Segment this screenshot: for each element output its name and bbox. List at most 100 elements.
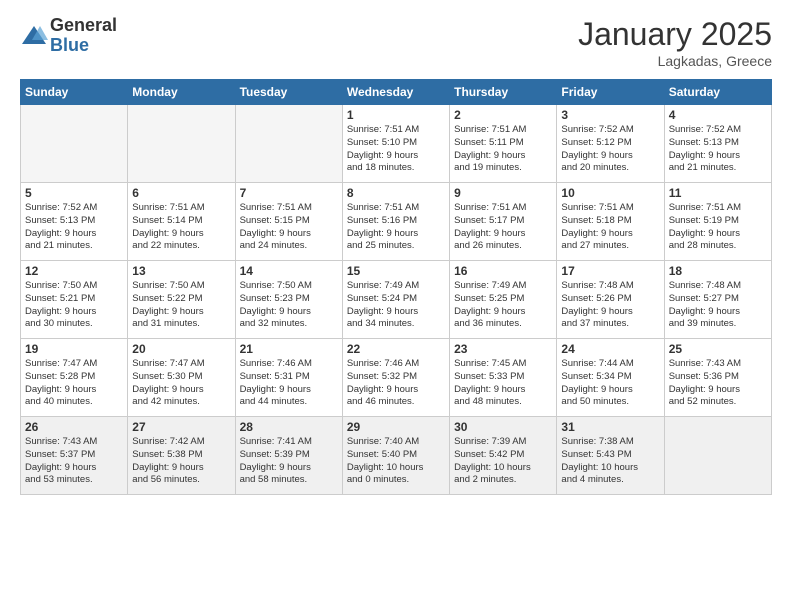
day-info: Sunrise: 7:51 AM Sunset: 5:16 PM Dayligh… (347, 202, 445, 253)
day-number: 20 (132, 342, 230, 356)
week-row-1: 1Sunrise: 7:51 AM Sunset: 5:10 PM Daylig… (21, 105, 772, 183)
day-cell: 6 Sunrise: 7:51 AM Sunset: 5:14 PM Daylig… (128, 183, 235, 261)
day-cell: 22 Sunrise: 7:46 AM Sunset: 5:32 PM Dayli… (342, 339, 449, 417)
day-number: 25 (669, 342, 767, 356)
day-info: Sunrise: 7:43 AM Sunset: 5:36 PM Dayligh… (669, 358, 767, 409)
day-cell: 27 Sunrise: 7:42 AM Sunset: 5:38 PM Dayli… (128, 417, 235, 495)
day-info: Sunrise: 7:52 AM Sunset: 5:12 PM Dayligh… (561, 124, 659, 175)
col-header-monday: Monday (128, 80, 235, 105)
day-cell: 5 Sunrise: 7:52 AM Sunset: 5:13 PM Daylig… (21, 183, 128, 261)
day-cell: 11Sunrise: 7:51 AM Sunset: 5:19 PM Dayli… (664, 183, 771, 261)
day-number: 18 (669, 264, 767, 278)
day-info: Sunrise: 7:50 AM Sunset: 5:21 PM Dayligh… (25, 280, 123, 331)
col-header-saturday: Saturday (664, 80, 771, 105)
day-info: Sunrise: 7:52 AM Sunset: 5:13 PM Dayligh… (25, 202, 123, 253)
day-number: 7 (240, 186, 338, 200)
day-cell: 19 Sunrise: 7:47 AM Sunset: 5:28 PM Dayli… (21, 339, 128, 417)
day-cell: 18Sunrise: 7:48 AM Sunset: 5:27 PM Dayli… (664, 261, 771, 339)
col-header-sunday: Sunday (21, 80, 128, 105)
day-info: Sunrise: 7:44 AM Sunset: 5:34 PM Dayligh… (561, 358, 659, 409)
day-cell: 2Sunrise: 7:51 AM Sunset: 5:11 PM Daylig… (450, 105, 557, 183)
day-cell: 29Sunrise: 7:40 AM Sunset: 5:40 PM Dayli… (342, 417, 449, 495)
day-number: 26 (25, 420, 123, 434)
day-number: 4 (669, 108, 767, 122)
logo-general: General (50, 16, 117, 36)
day-number: 10 (561, 186, 659, 200)
day-cell: 1Sunrise: 7:51 AM Sunset: 5:10 PM Daylig… (342, 105, 449, 183)
day-info: Sunrise: 7:42 AM Sunset: 5:38 PM Dayligh… (132, 436, 230, 487)
day-cell: 23 Sunrise: 7:45 AM Sunset: 5:33 PM Dayli… (450, 339, 557, 417)
day-cell (664, 417, 771, 495)
day-cell (21, 105, 128, 183)
day-cell: 7Sunrise: 7:51 AM Sunset: 5:15 PM Daylig… (235, 183, 342, 261)
day-info: Sunrise: 7:51 AM Sunset: 5:18 PM Dayligh… (561, 202, 659, 253)
day-cell: 14 Sunrise: 7:50 AM Sunset: 5:23 PM Dayli… (235, 261, 342, 339)
day-number: 15 (347, 264, 445, 278)
day-cell: 17 Sunrise: 7:48 AM Sunset: 5:26 PM Dayli… (557, 261, 664, 339)
day-number: 5 (25, 186, 123, 200)
day-info: Sunrise: 7:46 AM Sunset: 5:32 PM Dayligh… (347, 358, 445, 409)
day-number: 1 (347, 108, 445, 122)
calendar-subtitle: Lagkadas, Greece (578, 53, 772, 69)
week-row-4: 19 Sunrise: 7:47 AM Sunset: 5:28 PM Dayli… (21, 339, 772, 417)
day-cell: 20 Sunrise: 7:47 AM Sunset: 5:30 PM Dayli… (128, 339, 235, 417)
week-row-2: 5 Sunrise: 7:52 AM Sunset: 5:13 PM Daylig… (21, 183, 772, 261)
calendar-title: January 2025 (578, 16, 772, 53)
page: General Blue January 2025 Lagkadas, Gree… (0, 0, 792, 612)
day-number: 6 (132, 186, 230, 200)
day-number: 8 (347, 186, 445, 200)
col-header-wednesday: Wednesday (342, 80, 449, 105)
day-cell: 10 Sunrise: 7:51 AM Sunset: 5:18 PM Dayli… (557, 183, 664, 261)
day-info: Sunrise: 7:48 AM Sunset: 5:26 PM Dayligh… (561, 280, 659, 331)
day-info: Sunrise: 7:40 AM Sunset: 5:40 PM Dayligh… (347, 436, 445, 487)
title-block: January 2025 Lagkadas, Greece (578, 16, 772, 69)
col-header-tuesday: Tuesday (235, 80, 342, 105)
day-number: 9 (454, 186, 552, 200)
day-number: 30 (454, 420, 552, 434)
day-cell: 16 Sunrise: 7:49 AM Sunset: 5:25 PM Dayli… (450, 261, 557, 339)
calendar-table: SundayMondayTuesdayWednesdayThursdayFrid… (20, 79, 772, 495)
header: General Blue January 2025 Lagkadas, Gree… (20, 16, 772, 69)
day-number: 2 (454, 108, 552, 122)
day-info: Sunrise: 7:49 AM Sunset: 5:25 PM Dayligh… (454, 280, 552, 331)
logo-blue: Blue (50, 36, 117, 56)
week-row-5: 26Sunrise: 7:43 AM Sunset: 5:37 PM Dayli… (21, 417, 772, 495)
day-info: Sunrise: 7:47 AM Sunset: 5:30 PM Dayligh… (132, 358, 230, 409)
day-number: 23 (454, 342, 552, 356)
day-info: Sunrise: 7:47 AM Sunset: 5:28 PM Dayligh… (25, 358, 123, 409)
week-row-3: 12 Sunrise: 7:50 AM Sunset: 5:21 PM Dayli… (21, 261, 772, 339)
day-info: Sunrise: 7:52 AM Sunset: 5:13 PM Dayligh… (669, 124, 767, 175)
day-cell: 3 Sunrise: 7:52 AM Sunset: 5:12 PM Daylig… (557, 105, 664, 183)
day-cell: 8 Sunrise: 7:51 AM Sunset: 5:16 PM Daylig… (342, 183, 449, 261)
day-number: 19 (25, 342, 123, 356)
day-info: Sunrise: 7:51 AM Sunset: 5:17 PM Dayligh… (454, 202, 552, 253)
day-number: 28 (240, 420, 338, 434)
day-info: Sunrise: 7:49 AM Sunset: 5:24 PM Dayligh… (347, 280, 445, 331)
day-number: 14 (240, 264, 338, 278)
logo: General Blue (20, 16, 117, 56)
day-number: 17 (561, 264, 659, 278)
day-number: 12 (25, 264, 123, 278)
day-number: 13 (132, 264, 230, 278)
day-number: 31 (561, 420, 659, 434)
day-cell: 13Sunrise: 7:50 AM Sunset: 5:22 PM Dayli… (128, 261, 235, 339)
day-cell: 12 Sunrise: 7:50 AM Sunset: 5:21 PM Dayli… (21, 261, 128, 339)
header-row: SundayMondayTuesdayWednesdayThursdayFrid… (21, 80, 772, 105)
day-cell: 9 Sunrise: 7:51 AM Sunset: 5:17 PM Daylig… (450, 183, 557, 261)
col-header-thursday: Thursday (450, 80, 557, 105)
day-number: 22 (347, 342, 445, 356)
day-cell: 15 Sunrise: 7:49 AM Sunset: 5:24 PM Dayli… (342, 261, 449, 339)
day-number: 3 (561, 108, 659, 122)
day-number: 21 (240, 342, 338, 356)
day-number: 27 (132, 420, 230, 434)
day-info: Sunrise: 7:51 AM Sunset: 5:14 PM Dayligh… (132, 202, 230, 253)
day-number: 16 (454, 264, 552, 278)
day-info: Sunrise: 7:38 AM Sunset: 5:43 PM Dayligh… (561, 436, 659, 487)
day-info: Sunrise: 7:50 AM Sunset: 5:23 PM Dayligh… (240, 280, 338, 331)
logo-icon (20, 22, 48, 50)
day-cell: 4 Sunrise: 7:52 AM Sunset: 5:13 PM Daylig… (664, 105, 771, 183)
day-cell: 21Sunrise: 7:46 AM Sunset: 5:31 PM Dayli… (235, 339, 342, 417)
day-cell: 28Sunrise: 7:41 AM Sunset: 5:39 PM Dayli… (235, 417, 342, 495)
day-info: Sunrise: 7:45 AM Sunset: 5:33 PM Dayligh… (454, 358, 552, 409)
day-cell: 25 Sunrise: 7:43 AM Sunset: 5:36 PM Dayli… (664, 339, 771, 417)
